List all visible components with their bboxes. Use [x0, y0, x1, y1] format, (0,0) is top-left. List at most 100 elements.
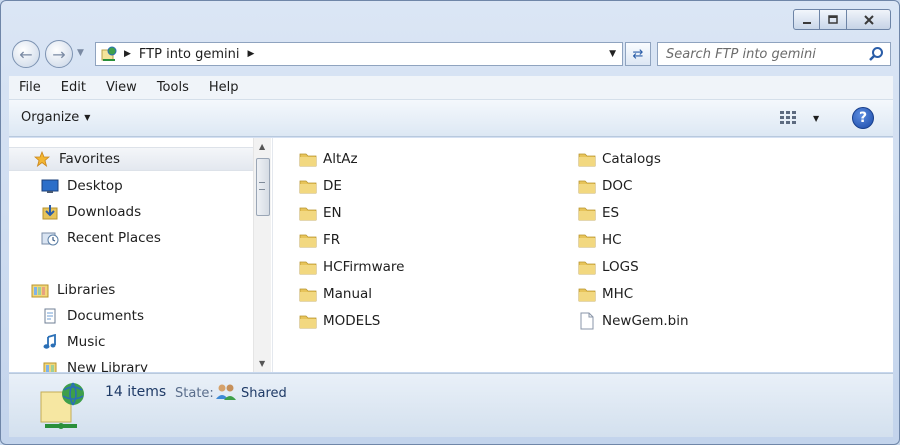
network-location-icon — [101, 46, 117, 61]
sidebar-item-label: Recent Places — [67, 230, 161, 246]
sidebar-item-label: Libraries — [57, 282, 116, 298]
folder-item[interactable]: DOC — [578, 175, 632, 197]
sidebar-item-recent-places[interactable]: Recent Places — [41, 226, 161, 250]
folder-item[interactable]: FR — [299, 229, 340, 251]
file-name: FR — [323, 232, 341, 248]
file-name: DOC — [602, 178, 633, 194]
file-name: Manual — [323, 286, 373, 302]
sidebar-item-libraries[interactable]: Libraries — [31, 278, 115, 302]
state-label: State: — [175, 386, 214, 401]
folder-icon — [578, 151, 596, 167]
menu-bar: File Edit View Tools Help — [9, 76, 893, 100]
file-name: DE — [323, 178, 342, 194]
desktop-icon — [41, 177, 59, 195]
minimize-button[interactable] — [793, 9, 820, 30]
folder-item[interactable]: Manual — [299, 283, 372, 305]
navigation-pane: Favorites Desktop Downloads Recent Place… — [9, 138, 253, 372]
organize-button[interactable]: Organize ▼ — [21, 110, 90, 125]
caption-buttons — [793, 9, 891, 30]
search-input[interactable] — [666, 46, 866, 62]
sidebar-item-documents[interactable]: Documents — [41, 304, 144, 328]
folder-item[interactable]: HC — [578, 229, 622, 251]
file-name: MODELS — [323, 313, 381, 329]
folder-item[interactable]: Catalogs — [578, 148, 661, 170]
menu-edit[interactable]: Edit — [51, 80, 96, 95]
folder-icon — [299, 259, 317, 275]
help-icon: ? — [858, 110, 868, 126]
search-icon[interactable] — [868, 46, 884, 62]
folder-icon — [299, 286, 317, 302]
search-box[interactable] — [657, 42, 891, 66]
shared-users-icon — [216, 384, 236, 400]
sidebar-item-desktop[interactable]: Desktop — [41, 174, 123, 198]
back-button[interactable]: ← — [12, 40, 40, 68]
file-name: EN — [323, 205, 342, 221]
music-icon — [41, 333, 59, 351]
file-name: Catalogs — [602, 151, 661, 167]
change-view-button[interactable]: ▼ — [779, 110, 819, 126]
address-bar[interactable]: ▶ FTP into gemini ▶ ▼ — [95, 42, 623, 66]
folder-icon — [299, 205, 317, 221]
view-options-dropdown-icon[interactable]: ▼ — [813, 114, 819, 123]
scroll-up-icon[interactable]: ▲ — [259, 142, 265, 151]
folder-item[interactable]: MODELS — [299, 310, 380, 332]
folder-icon — [578, 259, 596, 275]
item-count: 14 items — [105, 384, 167, 400]
scroll-down-icon[interactable]: ▼ — [259, 359, 265, 368]
folder-icon — [578, 178, 596, 194]
file-name: LOGS — [602, 259, 639, 275]
sidebar-item-label: Desktop — [67, 178, 123, 194]
close-button[interactable] — [847, 9, 891, 30]
menu-view[interactable]: View — [96, 80, 147, 95]
sidebar-item-music[interactable]: Music — [41, 330, 105, 354]
menu-tools[interactable]: Tools — [147, 80, 199, 95]
refresh-button[interactable]: ⇄ — [625, 42, 651, 66]
close-icon — [863, 14, 874, 25]
arrow-left-icon: ← — [19, 44, 33, 64]
navigation-bar: ← → ▼ ▶ FTP into gemini ▶ ▼ ⇄ — [9, 39, 893, 69]
breadcrumb-item[interactable]: FTP into gemini — [139, 47, 240, 62]
sidebar-item-label: Downloads — [67, 204, 142, 220]
navigation-pane-scrollbar[interactable]: ▲ ▼ — [253, 138, 271, 372]
documents-icon — [41, 307, 59, 325]
folder-item[interactable]: ES — [578, 202, 619, 224]
sidebar-item-favorites[interactable]: Favorites — [9, 147, 253, 171]
address-dropdown-icon[interactable]: ▼ — [609, 49, 616, 59]
chevron-down-icon: ▼ — [84, 113, 91, 122]
scroll-grip-icon — [259, 182, 265, 190]
folder-item[interactable]: EN — [299, 202, 342, 224]
network-location-icon — [40, 382, 84, 429]
maximize-button[interactable] — [820, 9, 847, 30]
state-value: Shared — [241, 386, 287, 401]
breadcrumb-separator-icon[interactable]: ▶ — [248, 49, 255, 59]
sidebar-item-new-library[interactable]: New Library — [41, 356, 148, 372]
libraries-icon — [31, 281, 49, 299]
folder-item[interactable]: MHC — [578, 283, 633, 305]
breadcrumb-separator-icon[interactable]: ▶ — [124, 49, 131, 59]
folder-item[interactable]: HCFirmware — [299, 256, 404, 278]
folder-item[interactable]: DE — [299, 175, 342, 197]
file-name: ES — [602, 205, 620, 221]
restore-icon — [828, 14, 838, 24]
menu-file[interactable]: File — [9, 80, 51, 95]
folder-item[interactable]: AltAz — [299, 148, 358, 170]
file-item[interactable]: NewGem.bin — [578, 310, 689, 332]
explorer-window: ← → ▼ ▶ FTP into gemini ▶ ▼ ⇄ File — [0, 0, 900, 445]
star-icon — [33, 150, 51, 168]
sidebar-item-label: New Library — [67, 360, 148, 372]
file-name: HCFirmware — [323, 259, 405, 275]
sidebar-item-downloads[interactable]: Downloads — [41, 200, 141, 224]
help-button[interactable]: ? — [852, 107, 874, 129]
folder-icon — [299, 151, 317, 167]
refresh-icon: ⇄ — [632, 46, 644, 62]
menu-help[interactable]: Help — [199, 80, 249, 95]
forward-button[interactable]: → — [45, 40, 73, 68]
view-grid-icon — [780, 111, 796, 124]
folder-item[interactable]: LOGS — [578, 256, 639, 278]
folder-icon — [578, 286, 596, 302]
sidebar-item-label: Documents — [67, 308, 144, 324]
recent-pages-dropdown[interactable]: ▼ — [77, 48, 84, 58]
library-icon — [41, 359, 59, 372]
file-name: NewGem.bin — [602, 313, 689, 329]
downloads-icon — [41, 203, 59, 221]
